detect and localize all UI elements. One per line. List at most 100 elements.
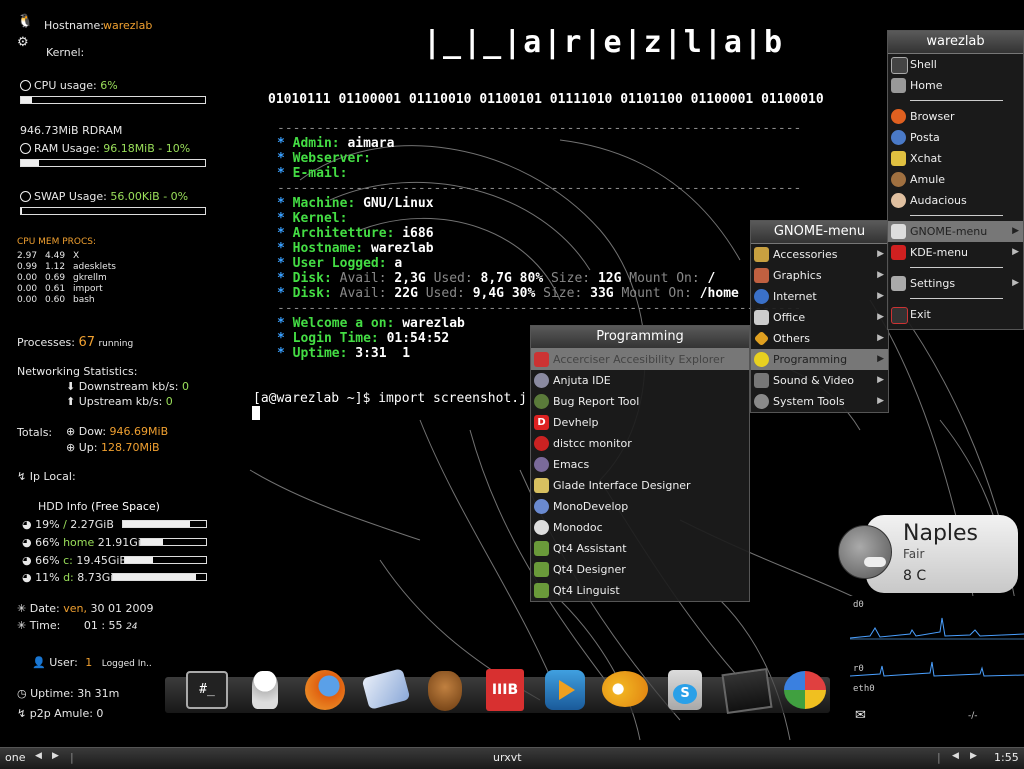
- pie-icon: ◕: [22, 518, 32, 531]
- cpu-bar-fill: [21, 97, 33, 103]
- submenu-arrow-icon: ▶: [1012, 247, 1019, 257]
- date-value: 30 01 2009: [90, 602, 154, 615]
- menu-item-monodevelop[interactable]: MonoDevelop: [531, 496, 749, 517]
- upload-icon: ⊕: [66, 441, 76, 454]
- up-icon: ⬆: [66, 395, 76, 408]
- menu-item-monodoc[interactable]: Monodoc: [531, 517, 749, 538]
- workspace-name[interactable]: one: [5, 751, 25, 764]
- menu-item-graphics[interactable]: Graphics ▶: [751, 265, 888, 286]
- ram-icon: [20, 143, 31, 154]
- workspace-prev-icon[interactable]: ◀: [35, 751, 42, 761]
- pie-icon: ◕: [22, 536, 32, 549]
- dock-mail[interactable]: [360, 665, 411, 715]
- swap-label: SWAP Usage:: [34, 190, 107, 203]
- net-label: eth0: [853, 684, 875, 694]
- menu-item-glade[interactable]: Glade Interface Designer: [531, 475, 749, 496]
- hdd-row: ◕ 66% home 21.91GiB: [22, 536, 149, 549]
- bug-icon: [534, 394, 549, 409]
- menu-item-qt4-designer[interactable]: Qt4 Designer: [531, 559, 749, 580]
- programming-menu[interactable]: Programming Accerciser Accesibility Expl…: [530, 325, 750, 602]
- dock-gmb[interactable]: IIIB: [480, 665, 530, 715]
- submenu-arrow-icon: ▶: [877, 375, 884, 385]
- dock-media-player[interactable]: [540, 665, 590, 715]
- menu-item-accessories[interactable]: Accessories ▶: [751, 244, 888, 265]
- kde-icon: [891, 245, 906, 260]
- menu-item-home[interactable]: Home: [888, 75, 1023, 96]
- submenu-arrow-icon: ▶: [877, 291, 884, 301]
- mail-icon[interactable]: ✉: [855, 708, 866, 723]
- linux-icon: 🐧: [17, 14, 34, 29]
- amule-icon: [428, 671, 462, 711]
- menu-item-anjuta[interactable]: Anjuta IDE: [531, 370, 749, 391]
- weather-condition: Fair: [903, 547, 925, 561]
- hdd-bar: [124, 556, 207, 564]
- menu-item-devhelp[interactable]: D Devhelp: [531, 412, 749, 433]
- menu-item-shell[interactable]: Shell: [888, 54, 1023, 75]
- dock-robot[interactable]: [240, 665, 290, 715]
- taskbar-item-urxvt[interactable]: urxvt: [493, 751, 522, 764]
- menu-item-emacs[interactable]: Emacs: [531, 454, 749, 475]
- menu-item-programming[interactable]: Programming ▶: [751, 349, 888, 370]
- qt-icon: [534, 583, 549, 598]
- dock-messenger[interactable]: [600, 665, 650, 715]
- menu-item-qt4-assistant[interactable]: Qt4 Assistant: [531, 538, 749, 559]
- separator: |: [937, 751, 941, 764]
- disk-line: * Disk: Avail: 22G Used: 9,4G 30% Size: …: [277, 286, 739, 301]
- menu-item-browser[interactable]: Browser: [888, 106, 1023, 127]
- menu-item-xchat[interactable]: Xchat: [888, 148, 1023, 169]
- hdd-label2: (Free Space): [91, 500, 160, 513]
- main-menu[interactable]: warezlab Shell Home Browser Posta Xchat …: [887, 30, 1024, 330]
- weather-temp: 8 C: [903, 568, 927, 584]
- p2p-label: p2p Amule:: [29, 707, 93, 720]
- menu-item-office[interactable]: Office ▶: [751, 307, 888, 328]
- proc-table: 2.97 4.49 X 0.99 1.12 adesklets 0.00 0.69 gkre…: [17, 251, 116, 306]
- menu-item-amule[interactable]: Amule: [888, 169, 1023, 190]
- processes-label: Processes:: [17, 336, 75, 349]
- menu-item-system-tools[interactable]: System Tools ▶: [751, 391, 888, 412]
- task-next-icon[interactable]: ▶: [970, 751, 977, 761]
- menu-item-qt4-linguist[interactable]: Qt4 Linguist: [531, 580, 749, 601]
- disk-line: * Disk: Avail: 2,3G Used: 8,7G 80% Size:…: [277, 271, 716, 286]
- dock-firefox[interactable]: [300, 665, 350, 715]
- gnome-menu[interactable]: GNOME-menu Accessories ▶ Graphics ▶ Intern…: [750, 220, 889, 413]
- dow-row: ⊕ Dow: 946.69MiB: [66, 425, 168, 438]
- dock-movie[interactable]: [720, 665, 773, 715]
- network-icon: ↯: [17, 470, 27, 483]
- robot-icon: [252, 671, 278, 709]
- hdd-header: HDD Info (Free Space): [38, 500, 160, 513]
- uptime-label: Uptime:: [30, 687, 74, 700]
- menu-item-kde-menu[interactable]: KDE-menu ▶: [888, 242, 1023, 263]
- shell-prompt[interactable]: [a@warezlab ~]$ import screenshot.j: [253, 391, 527, 406]
- menu-item-settings[interactable]: Settings ▶: [888, 273, 1023, 294]
- menu-item-internet[interactable]: Internet ▶: [751, 286, 888, 307]
- menu-item-bug-report[interactable]: Bug Report Tool: [531, 391, 749, 412]
- up-total-label: Up:: [78, 441, 98, 454]
- menu-item-sound-video[interactable]: Sound & Video ▶: [751, 370, 888, 391]
- task-prev-icon[interactable]: ◀: [952, 751, 959, 761]
- menu-item-audacious[interactable]: Audacious: [888, 190, 1023, 211]
- menu-item-distcc[interactable]: distcc monitor: [531, 433, 749, 454]
- menu-item-others[interactable]: Others ▶: [751, 328, 888, 349]
- dock-skype[interactable]: S: [660, 665, 710, 715]
- dock-msn[interactable]: [780, 665, 830, 715]
- menu-separator: [888, 294, 1023, 304]
- menu-item-gnome-menu[interactable]: GNOME-menu ▶: [888, 221, 1023, 242]
- menu-item-posta[interactable]: Posta: [888, 127, 1023, 148]
- p2p-icon: ↯: [17, 707, 27, 720]
- menu-item-exit[interactable]: Exit: [888, 304, 1023, 325]
- workspace-next-icon[interactable]: ▶: [52, 751, 59, 761]
- menu-item-accerciser[interactable]: Accerciser Accesibility Explorer: [531, 349, 749, 370]
- dock-terminal[interactable]: #_: [180, 665, 230, 715]
- swap-value: 56.00KiB - 0%: [110, 190, 189, 203]
- accessories-icon: [754, 247, 769, 262]
- distcc-icon: [534, 436, 549, 451]
- text-cursor: [252, 406, 260, 420]
- programming-icon: [754, 352, 769, 367]
- amule-icon: [891, 172, 906, 187]
- p2p-value: 0: [96, 707, 104, 720]
- net-label: Networking Statistics:: [17, 365, 138, 378]
- machine-line: * Machine: GNU/Linux: [277, 196, 434, 211]
- processes-row: Processes: 67 running: [17, 335, 133, 350]
- skype-icon: S: [668, 670, 702, 710]
- dock-amule[interactable]: [420, 665, 470, 715]
